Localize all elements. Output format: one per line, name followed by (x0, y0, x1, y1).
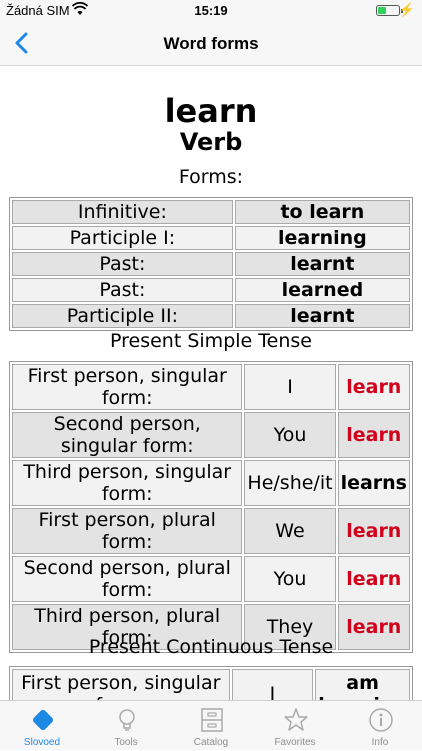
tab-label: Info (371, 737, 389, 748)
person-cell: Second person, singular form: (12, 412, 243, 458)
tab-label: Tools (114, 737, 138, 748)
person-cell: First person, singular form: (12, 364, 243, 410)
table-row: First person, plural form: We learn (12, 508, 410, 554)
pronoun-cell: You (244, 412, 336, 458)
table-row: First person, singular form:Iam learning (12, 669, 410, 700)
status-bar: Žádná SIM 15:19 ⚡ (0, 0, 422, 22)
form-value: learnt (234, 304, 410, 328)
table-row: First person, singular form: Ilearn (12, 364, 410, 410)
verb-cell: learn (337, 556, 410, 602)
table-row: Participle II: learnt (12, 304, 410, 328)
tab-label: Favorites (274, 737, 316, 748)
tab-favorites[interactable]: Favorites (253, 701, 337, 751)
form-label: Infinitive: (12, 200, 233, 224)
status-time: 15:19 (194, 3, 228, 18)
slovoed-icon (30, 707, 56, 733)
form-label: Past: (12, 278, 233, 302)
table-row: Past: learnt (12, 252, 410, 276)
nav-bar: Word forms (0, 22, 422, 66)
person-cell: Third person, singular form: (12, 460, 243, 506)
form-value: learned (234, 278, 410, 302)
table-row: Past: learned (12, 278, 410, 302)
part-of-speech: Verb (179, 128, 243, 156)
cabinet-icon (199, 707, 225, 733)
pronoun-cell: I (231, 669, 314, 700)
table-row: Second person, singular form: You learn (12, 412, 410, 458)
verb-cell: learn (337, 364, 410, 410)
tab-catalog[interactable]: Catalog (169, 701, 253, 751)
form-value: learnt (234, 252, 410, 276)
person-cell: First person, singular form: (12, 669, 230, 700)
nav-title: Word forms (163, 34, 259, 53)
verb-cell: learns (337, 460, 410, 506)
tab-slovoed[interactable]: Slovoed (0, 701, 84, 751)
lightbulb-icon (114, 707, 140, 733)
battery-icon (376, 5, 403, 16)
tab-tools[interactable]: Tools (84, 701, 168, 751)
form-value: to learn (234, 200, 410, 224)
form-label: Past: (12, 252, 233, 276)
form-label: Participle I: (12, 226, 233, 250)
present-continuous-title: Present Continuous Tense (88, 636, 334, 658)
forms-table: Infinitive: to learn Participle I: learnin… (9, 197, 413, 331)
verb-cell: am learning (315, 669, 410, 700)
tab-bar: Slovoed Tools Catalog Favorites Info (0, 700, 422, 750)
headword: learn (164, 92, 258, 130)
tab-info[interactable]: Info (338, 701, 422, 751)
info-icon (368, 707, 394, 733)
pronoun-cell: He/she/it (244, 460, 336, 506)
table-row: Infinitive: to learn (12, 200, 410, 224)
tab-label: Catalog (193, 737, 229, 748)
person-cell: Second person, plural form: (12, 556, 243, 602)
table-row: Third person, singular form: He/she/it lea… (12, 460, 410, 506)
present-simple-title: Present Simple Tense (110, 330, 312, 352)
table-row: Participle I: learning (12, 226, 410, 250)
present-continuous-table: First person, singular form:Iam learning (9, 666, 413, 700)
tab-label: Slovoed (23, 737, 61, 748)
pronoun-cell: I (244, 364, 336, 410)
person-cell: First person, plural form: (12, 508, 243, 554)
verb-cell: learn (337, 508, 410, 554)
present-simple-table: First person, singular form: Ilearn Secon… (9, 361, 413, 653)
charging-icon: ⚡ (398, 2, 415, 17)
word-forms-content[interactable]: learn Verb Forms: Infinitive: to learn Pa… (0, 66, 422, 700)
pronoun-cell: You (244, 556, 336, 602)
form-label: Participle II: (12, 304, 233, 328)
forms-title: Forms: (178, 166, 244, 188)
form-value: learning (234, 226, 410, 250)
star-icon (283, 707, 309, 733)
pronoun-cell: We (244, 508, 336, 554)
table-row: Second person, plural form: You learn (12, 556, 410, 602)
verb-cell: learn (337, 412, 410, 458)
